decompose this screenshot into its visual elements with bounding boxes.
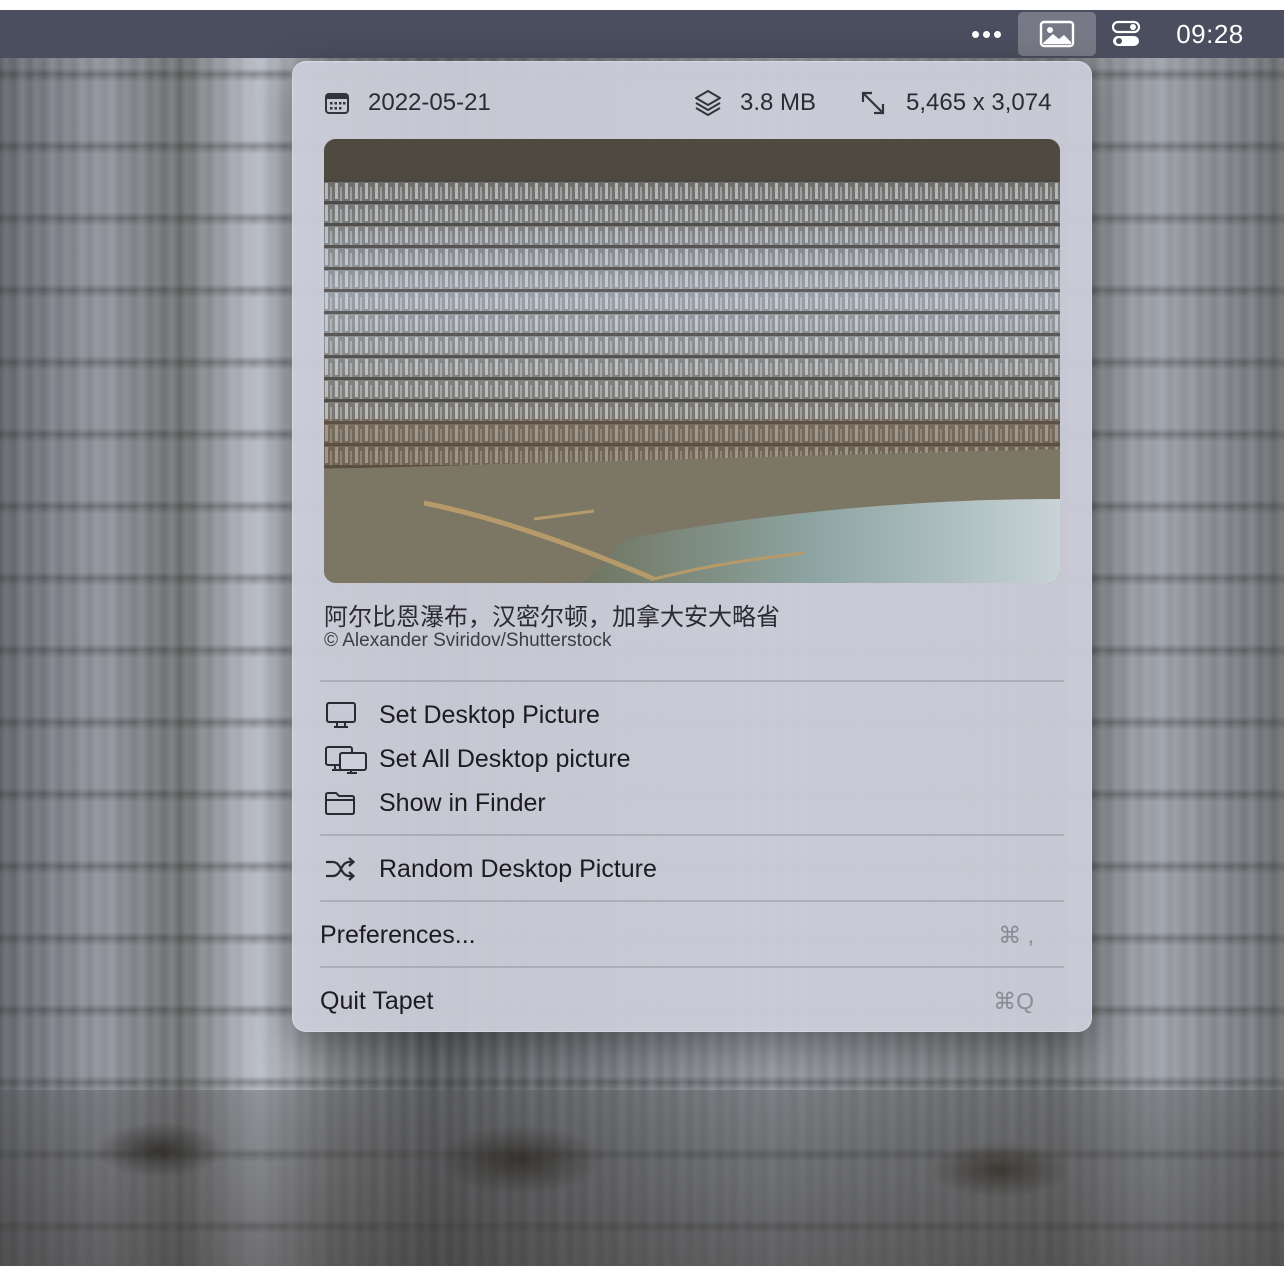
set-all-desktop-picture-item[interactable]: Set All Desktop picture xyxy=(320,737,1064,781)
folder-icon xyxy=(320,781,368,825)
preferences-label: Preferences... xyxy=(320,920,476,949)
quit-shortcut: ⌘Q xyxy=(993,987,1034,1014)
control-center-icon[interactable] xyxy=(1104,10,1148,58)
screen-top-edge xyxy=(0,0,1284,10)
show-in-finder-item[interactable]: Show in Finder xyxy=(320,781,1064,825)
wallpaper-preview-image[interactable] xyxy=(324,139,1060,583)
set-desktop-picture-label: Set Desktop Picture xyxy=(379,700,600,729)
preferences-shortcut: ⌘ , xyxy=(998,921,1034,948)
layers-icon xyxy=(695,90,721,116)
set-all-desktop-picture-label: Set All Desktop picture xyxy=(379,744,631,773)
menu-separator xyxy=(320,900,1064,902)
wallpaper-credit: © Alexander Sviridov/Shutterstock xyxy=(324,630,612,651)
menu-separator xyxy=(320,680,1064,682)
photo-icon[interactable] xyxy=(1018,12,1096,56)
calendar-icon xyxy=(325,93,349,114)
menu-bar: 09:28 xyxy=(0,10,1284,58)
multiple-displays-icon xyxy=(320,737,368,781)
display-icon xyxy=(320,693,368,737)
menu-separator xyxy=(320,966,1064,968)
set-desktop-picture-item[interactable]: Set Desktop Picture xyxy=(320,693,1064,737)
desktop-screen: 09:28 2022-05-21 3.8 MB 5,465 x 3,074 阿尔… xyxy=(0,0,1284,1266)
quit-tapet-item[interactable]: Quit Tapet ⌘Q xyxy=(320,979,1064,1023)
quit-tapet-label: Quit Tapet xyxy=(320,986,434,1015)
image-dimensions-text: 5,465 x 3,074 xyxy=(906,89,1052,116)
image-date: 2022-05-21 xyxy=(324,83,491,123)
image-file-size-text: 3.8 MB xyxy=(740,89,817,116)
wallpaper-title: 阿尔比恩瀑布，汉密尔顿，加拿大安大略省 xyxy=(324,603,780,631)
image-metadata-row: 2022-05-21 3.8 MB 5,465 x 3,074 xyxy=(324,83,1060,123)
tapet-popover-menu: 2022-05-21 3.8 MB 5,465 x 3,074 阿尔比恩瀑布，汉… xyxy=(292,61,1092,1032)
menu-separator xyxy=(320,834,1064,836)
preferences-item[interactable]: Preferences... ⌘ , xyxy=(320,913,1064,957)
image-date-text: 2022-05-21 xyxy=(368,89,491,116)
show-in-finder-label: Show in Finder xyxy=(379,788,546,817)
image-file-size: 3.8 MB xyxy=(694,83,816,123)
random-desktop-picture-item[interactable]: Random Desktop Picture xyxy=(320,847,1064,891)
shuffle-icon xyxy=(320,847,368,891)
ellipsis-icon[interactable] xyxy=(960,10,1012,58)
image-dimensions: 5,465 x 3,074 xyxy=(860,83,1051,123)
menu-bar-clock[interactable]: 09:28 xyxy=(1162,10,1258,58)
random-desktop-picture-label: Random Desktop Picture xyxy=(379,854,657,883)
resize-arrows-icon xyxy=(861,91,885,115)
